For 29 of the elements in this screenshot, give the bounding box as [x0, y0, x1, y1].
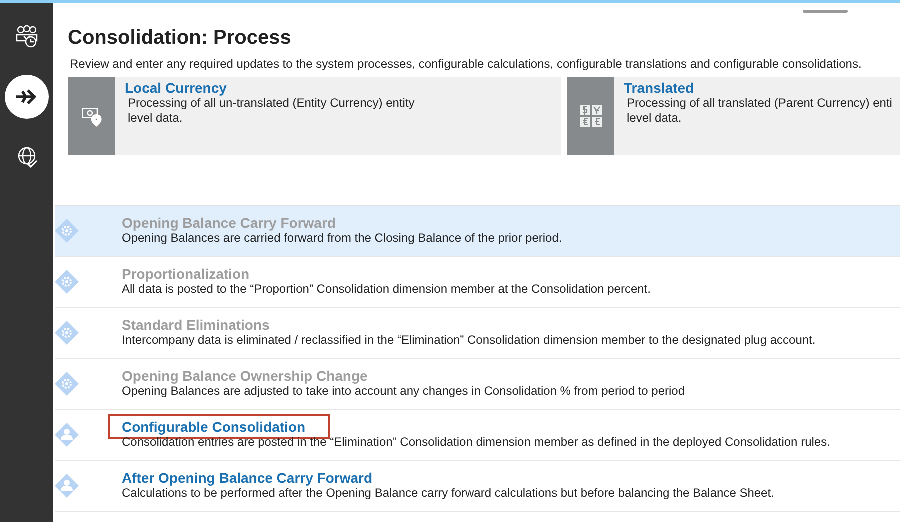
- process-title: Proportionalization: [122, 266, 250, 282]
- process-card[interactable]: Translated Processing of all translated (Parent Currency) enti level data.: [567, 77, 900, 155]
- process-title: Opening Balance Ownership Change: [122, 368, 368, 384]
- process-card[interactable]: Local Currency Processing of all un-translated (Entity Currency) entity level data.: [68, 77, 561, 155]
- page-title: Consolidation: Process: [68, 27, 292, 50]
- person-icon: [54, 473, 80, 499]
- page-description: Review and enter any required updates to the system processes, configurable calculations, configurable translations and configurable consolidations.: [70, 57, 863, 71]
- drag-handle[interactable]: [803, 10, 848, 13]
- process-description: Calculations to be performed after the Opening Balance carry forward calculations but before balancing the Balance Sheet.: [122, 486, 774, 501]
- process-description: Opening Balances are adjusted to take into account any changes in Consolidation % from period to period: [122, 384, 686, 399]
- process-description: Opening Balances are carried forward from the Closing Balance of the prior period.: [122, 231, 562, 246]
- sidebar-item[interactable]: [4, 75, 48, 119]
- gear-icon: [54, 320, 80, 346]
- card-title: Translated: [624, 80, 696, 96]
- process-description: Intercompany data is eliminated / reclassified in the “Elimination” Consolidation dimension member to the designated plug account.: [122, 333, 816, 348]
- person-icon: [54, 422, 80, 448]
- process-title: Opening Balance Carry Forward: [122, 215, 336, 231]
- money-pin-icon: [80, 105, 102, 127]
- card-description: Processing of all un-translated (Entity Currency) entity level data.: [128, 96, 415, 126]
- card-description: Processing of all translated (Parent Currency) enti level data.: [627, 96, 892, 126]
- currency-icon: [578, 104, 602, 128]
- people-icon: [14, 25, 38, 49]
- gear-icon: [54, 269, 80, 295]
- card-title: Local Currency: [125, 80, 228, 96]
- process-description: All data is posted to the “Proportion” Consolidation dimension member at the Consolidation percent.: [122, 282, 651, 297]
- gear-icon: [54, 218, 80, 244]
- process-title: After Opening Balance Carry Forward: [122, 470, 373, 486]
- process-title: Standard Eliminations: [122, 317, 270, 333]
- gear-icon: [54, 371, 80, 397]
